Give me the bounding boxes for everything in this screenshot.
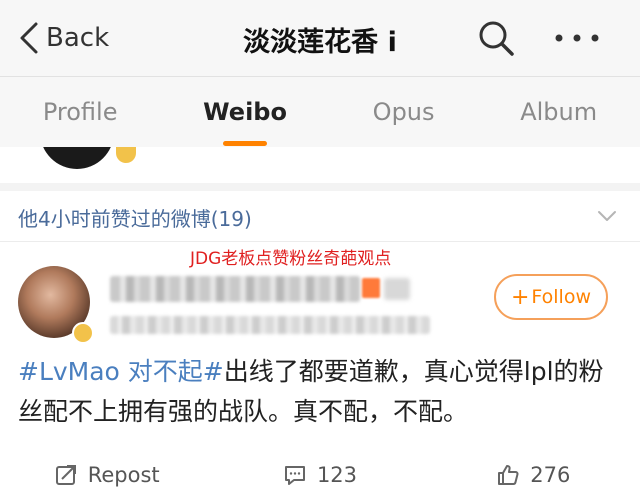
tab-album[interactable]: Album (508, 98, 609, 126)
hashtag-link[interactable]: #LvMao 对不起# (18, 357, 224, 386)
chevron-down-icon[interactable] (596, 205, 618, 227)
post-actions: Repost 123 276 (0, 448, 640, 502)
overlay-annotation: JDG老板点赞粉丝奇葩观点 (190, 249, 392, 269)
post-card: JDG老板点赞粉丝奇葩观点 + Follow #LvMao 对不起#出线了都要道… (0, 242, 640, 502)
repost-button[interactable]: Repost (0, 448, 213, 502)
tab-opus[interactable]: Opus (361, 98, 447, 126)
previous-post-peek (0, 147, 640, 183)
top-nav-bar: Back 淡淡莲花香 i (0, 0, 640, 77)
post-body: #LvMao 对不起#出线了都要道歉，真心觉得lpl的粉丝配不上拥有强的战队。真… (18, 352, 628, 432)
liked-posts-header[interactable]: 他4小时前赞过的微博(19) (0, 191, 640, 242)
tab-profile[interactable]: Profile (31, 98, 130, 126)
level-badge-icon (384, 278, 410, 300)
verified-badge-icon (72, 322, 94, 344)
search-icon[interactable] (476, 18, 516, 58)
follow-label: Follow (531, 286, 592, 308)
tab-weibo[interactable]: Weibo (191, 98, 299, 126)
comment-button[interactable]: 123 (213, 448, 426, 502)
repost-label: Repost (87, 463, 160, 487)
follow-button[interactable]: + Follow (494, 274, 608, 320)
thumbs-up-icon (498, 465, 519, 485)
avatar (40, 147, 114, 169)
page-title: 淡淡莲花香 i (243, 27, 397, 58)
username-blurred[interactable] (110, 276, 360, 302)
post-meta-blurred (110, 316, 430, 334)
verified-badge-icon (116, 147, 136, 163)
like-button[interactable]: 276 (427, 448, 640, 502)
vip-badge-icon (362, 278, 380, 298)
plus-icon: + (510, 284, 530, 310)
profile-tabs: Profile Weibo Opus Album (0, 77, 640, 147)
more-options-icon[interactable] (552, 26, 602, 50)
liked-posts-label: 他4小时前赞过的微博(19) (18, 207, 252, 231)
like-count: 276 (530, 463, 571, 487)
comment-icon (284, 466, 305, 485)
comment-count: 123 (316, 463, 358, 487)
repost-icon (55, 465, 76, 485)
